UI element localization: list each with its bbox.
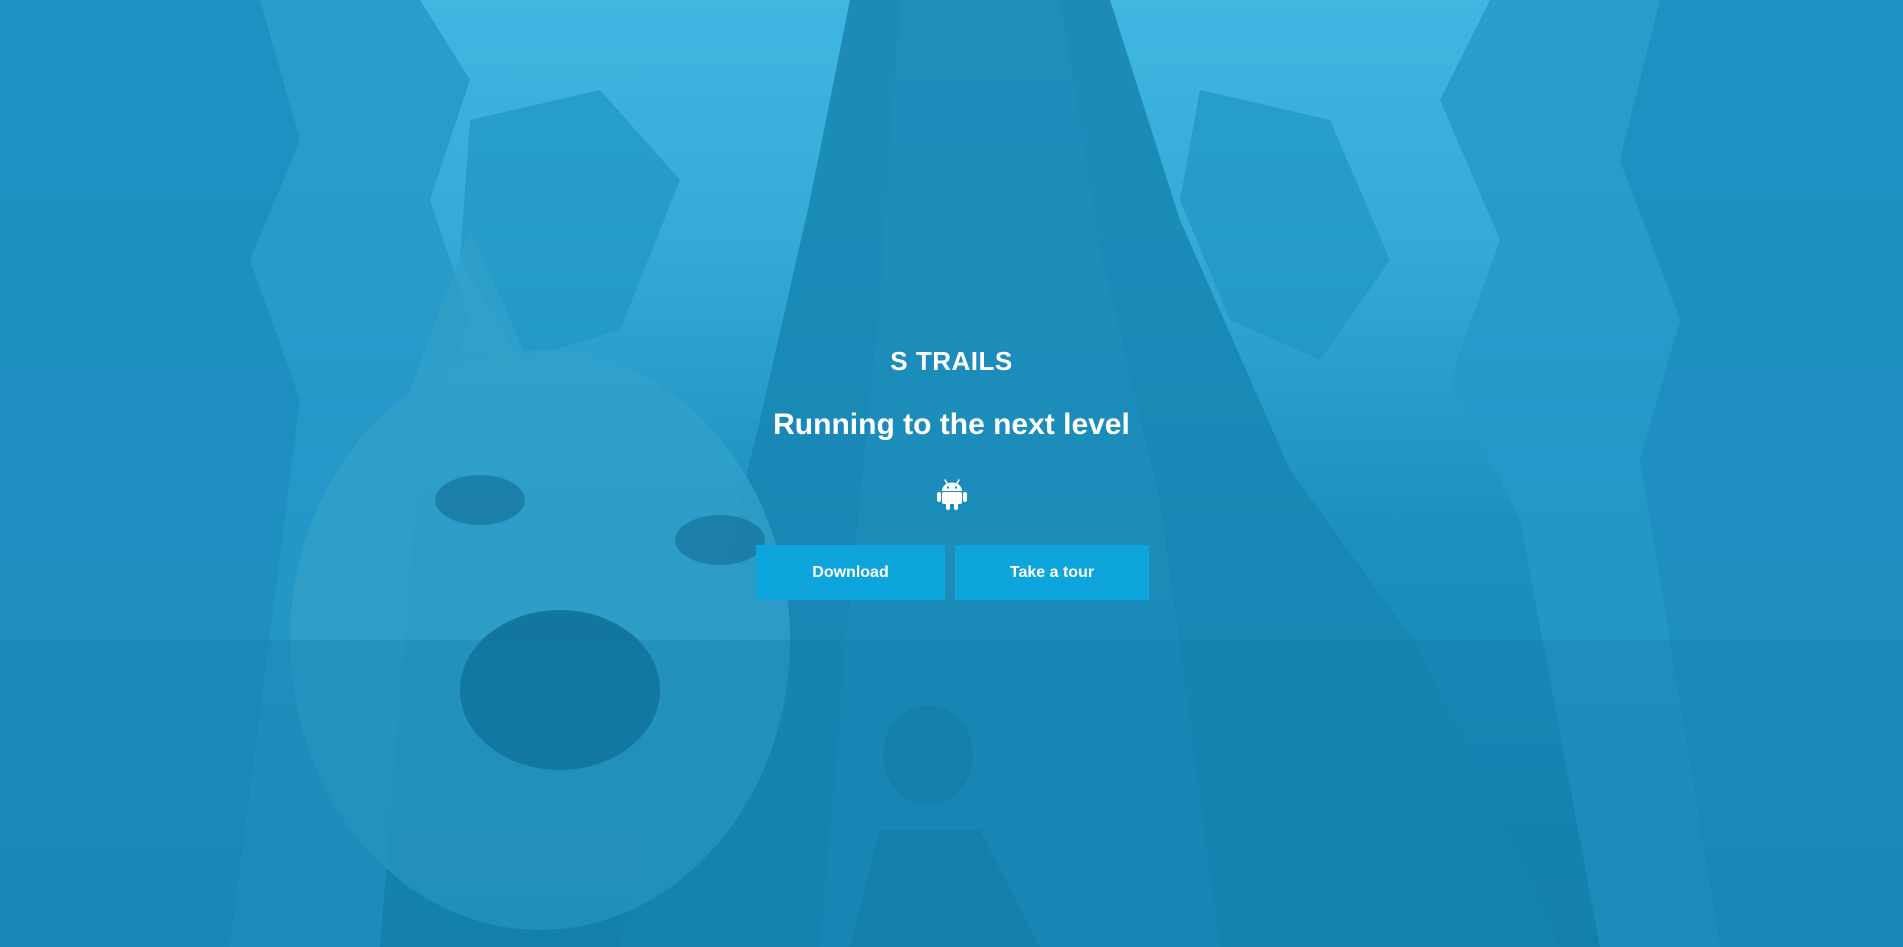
download-button[interactable]: Download [756,545,945,600]
hero-content: S TRAILS Running to the next level Downl… [0,0,1903,947]
hero-tagline: Running to the next level [773,408,1130,441]
brand-title: S TRAILS [890,346,1013,376]
take-a-tour-button[interactable]: Take a tour [955,545,1149,600]
cta-buttons: Download Take a tour [756,545,1150,600]
hero-section: S TRAILS Running to the next level Downl… [0,0,1903,947]
android-icon [937,479,967,510]
